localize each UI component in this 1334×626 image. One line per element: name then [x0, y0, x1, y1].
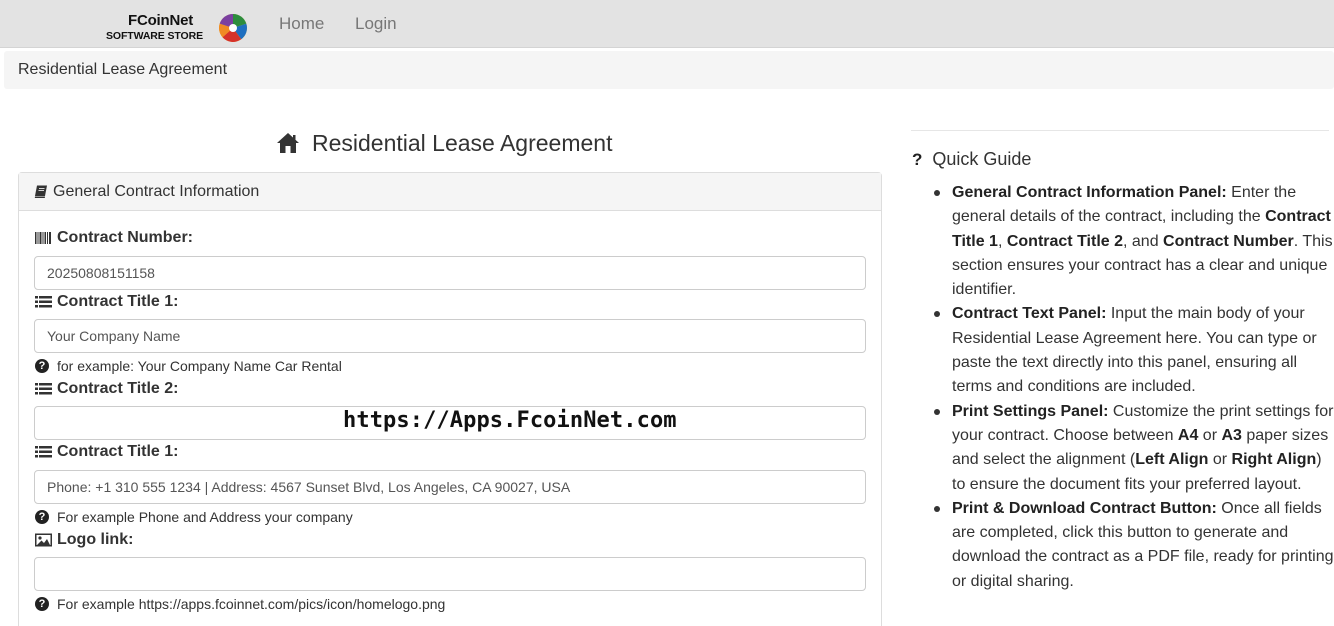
- contract-title-1-input[interactable]: [34, 319, 866, 353]
- guide-item: General Contract Information Panel: Ente…: [912, 181, 1334, 302]
- site-logo[interactable]: FCoinNet SOFTWARE STORE: [106, 12, 251, 46]
- page-title: Residential Lease Agreement: [276, 128, 612, 158]
- contract-title-1-label-text: Contract Title 1:: [57, 293, 179, 310]
- logo-link-label: Logo link:: [35, 531, 133, 549]
- nav-home-link[interactable]: Home: [279, 14, 324, 34]
- quick-guide-title: ? Quick Guide: [912, 149, 1031, 170]
- guide-item-bold: Left Align: [1135, 451, 1209, 469]
- guide-item-bold: Contract Text Panel:: [952, 305, 1107, 323]
- question-icon: ?: [912, 149, 923, 169]
- guide-item-bold: A4: [1177, 426, 1199, 444]
- contract-subtitle-help: ? For example Phone and Address your com…: [35, 509, 353, 525]
- list-icon: [35, 296, 52, 308]
- guide-item-bold: Print Settings Panel:: [952, 402, 1109, 420]
- guide-divider: [911, 130, 1329, 131]
- guide-item-text: or: [1208, 451, 1232, 469]
- panel-heading: General Contract Information: [19, 173, 881, 211]
- question-circle-icon: ?: [35, 359, 49, 373]
- quick-guide-list: General Contract Information Panel: Ente…: [912, 181, 1334, 594]
- question-circle-icon: ?: [35, 597, 49, 611]
- breadcrumb-label: Residential Lease Agreement: [18, 61, 228, 78]
- logo-title: FCoinNet: [128, 12, 194, 29]
- contract-title-2-label: Contract Title 2:: [35, 380, 179, 398]
- contract-number-label-text: Contract Number:: [57, 229, 194, 246]
- nav-login-link[interactable]: Login: [355, 14, 397, 34]
- guide-item: Contract Text Panel: Input the main body…: [912, 302, 1334, 399]
- image-icon: [35, 533, 52, 547]
- logo-link-help-text: For example https://apps.fcoinnet.com/pi…: [57, 596, 446, 612]
- list-icon: [35, 446, 52, 458]
- contract-subtitle-help-text: For example Phone and Address your compa…: [57, 509, 353, 525]
- guide-item: Print & Download Contract Button: Once a…: [912, 497, 1334, 594]
- panel-heading-text: General Contract Information: [53, 183, 260, 200]
- list-icon: [35, 383, 52, 395]
- contract-title-2-label-text: Contract Title 2:: [57, 380, 179, 397]
- contract-title-3-label-text: Contract Title 1:: [57, 443, 179, 460]
- top-navbar: FCoinNet SOFTWARE STORE Home Login: [0, 0, 1334, 48]
- contract-title-1-help-text: for example: Your Company Name Car Renta…: [57, 358, 342, 374]
- guide-item-bold: Print & Download Contract Button:: [952, 499, 1217, 517]
- logo-link-help: ? For example https://apps.fcoinnet.com/…: [35, 596, 445, 612]
- guide-item-text: ,: [997, 232, 1007, 250]
- guide-item-bold: Contract Title 2: [1006, 232, 1124, 250]
- general-info-panel: General Contract Information Contract Nu…: [18, 172, 882, 626]
- logo-link-input[interactable]: [34, 557, 866, 591]
- book-icon: [34, 185, 47, 198]
- guide-item-bold: A3: [1221, 426, 1242, 444]
- barcode-icon: [35, 232, 51, 244]
- guide-item-bold: Right Align: [1231, 451, 1317, 469]
- contract-title-1-label: Contract Title 1:: [35, 293, 179, 311]
- guide-item: Print Settings Panel: Customize the prin…: [912, 400, 1334, 497]
- contract-title-1-help: ? for example: Your Company Name Car Ren…: [35, 358, 342, 374]
- contract-number-input[interactable]: [34, 256, 866, 290]
- contract-subtitle-input[interactable]: [34, 470, 866, 504]
- quick-guide-title-text: Quick Guide: [932, 149, 1032, 169]
- contract-number-label: Contract Number:: [35, 229, 193, 247]
- logo-subtitle: SOFTWARE STORE: [106, 30, 203, 42]
- guide-item-text: , and: [1123, 232, 1164, 250]
- watermark-url: https://Apps.FcoinNet.com: [343, 408, 677, 433]
- guide-item-bold: General Contract Information Panel:: [952, 184, 1227, 201]
- question-circle-icon: ?: [35, 510, 49, 524]
- contract-title-3-label: Contract Title 1:: [35, 443, 179, 461]
- guide-item-bold: Contract Number: [1163, 232, 1294, 250]
- home-icon: [277, 133, 299, 153]
- guide-item-text: or: [1198, 426, 1222, 444]
- page-title-text: Residential Lease Agreement: [312, 129, 613, 156]
- logo-link-label-text: Logo link:: [57, 531, 134, 548]
- logo-mark-icon: [219, 13, 247, 42]
- breadcrumb: Residential Lease Agreement: [4, 51, 1334, 89]
